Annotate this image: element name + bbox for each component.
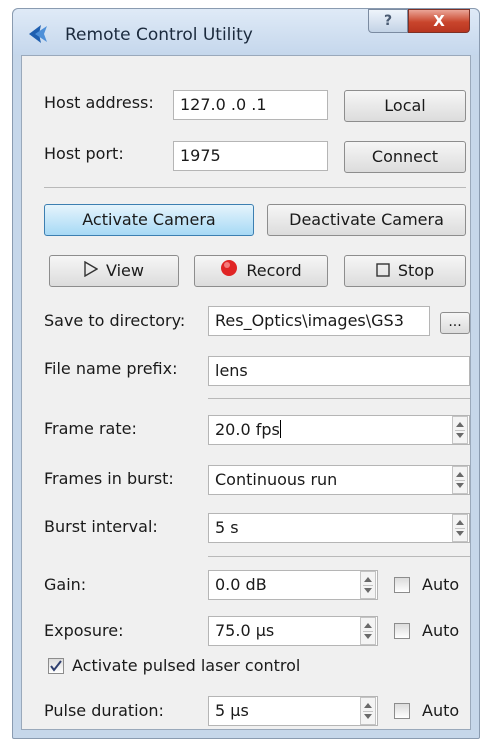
app-window: Remote Control Utility ? X Host address:…: [12, 8, 480, 739]
frame-rate-input[interactable]: 20.0 fps: [208, 415, 470, 445]
close-button[interactable]: X: [408, 9, 470, 33]
play-outline-icon: [84, 257, 99, 287]
burst-interval-input[interactable]: 5 s: [208, 513, 470, 543]
gain-auto-label: Auto: [422, 575, 460, 594]
view-button[interactable]: View: [49, 255, 179, 287]
burst-interval-label: Burst interval:: [44, 517, 158, 536]
frame-rate-spinner[interactable]: [452, 416, 468, 444]
file-prefix-label: File name prefix:: [44, 359, 178, 378]
save-directory-input[interactable]: Res_Optics\images\GS3: [208, 306, 430, 336]
text-cursor: [279, 420, 281, 438]
separator: [208, 398, 470, 399]
save-directory-label: Save to directory:: [44, 311, 186, 330]
gain-label: Gain:: [44, 575, 87, 594]
activate-camera-button[interactable]: Activate Camera: [44, 204, 254, 236]
host-port-label: Host port:: [44, 144, 124, 163]
pulse-duration-label: Pulse duration:: [44, 701, 164, 720]
pulse-auto-label: Auto: [422, 701, 460, 720]
browse-button[interactable]: ...: [440, 312, 470, 334]
laser-control-label: Activate pulsed laser control: [72, 656, 301, 675]
connect-button[interactable]: Connect: [344, 141, 466, 173]
laser-control-checkbox[interactable]: [48, 658, 64, 674]
title-bar[interactable]: Remote Control Utility ? X: [13, 9, 479, 55]
window-title: Remote Control Utility: [65, 25, 253, 45]
gain-auto-checkbox[interactable]: [394, 577, 410, 593]
help-button[interactable]: ?: [368, 9, 408, 33]
frame-rate-value: 20.0 fps: [215, 420, 280, 439]
stop-button[interactable]: Stop: [344, 255, 466, 287]
record-button-label: Record: [246, 261, 302, 280]
exposure-auto-label: Auto: [422, 621, 460, 640]
gain-input[interactable]: 0.0 dB: [208, 570, 378, 600]
pulse-duration-input[interactable]: 5 µs: [208, 696, 378, 726]
pulse-duration-spinner[interactable]: [360, 697, 376, 725]
burst-interval-spinner[interactable]: [452, 514, 468, 542]
deactivate-camera-button[interactable]: Deactivate Camera: [267, 204, 466, 236]
stop-button-label: Stop: [397, 261, 435, 280]
record-button[interactable]: Record: [194, 255, 328, 287]
exposure-auto-checkbox[interactable]: [394, 623, 410, 639]
separator: [44, 187, 466, 188]
frames-in-burst-spinner[interactable]: [452, 466, 468, 494]
client-area: Host address: 127.0 .0 .1 Local Host por…: [21, 55, 471, 730]
local-button[interactable]: Local: [344, 90, 466, 122]
frames-in-burst-label: Frames in burst:: [44, 469, 174, 488]
file-prefix-input[interactable]: lens: [208, 356, 470, 386]
frames-in-burst-input[interactable]: Continuous run: [208, 465, 470, 495]
app-arrow-icon: [27, 23, 51, 49]
exposure-label: Exposure:: [44, 621, 124, 640]
gain-spinner[interactable]: [360, 571, 376, 599]
frame-rate-label: Frame rate:: [44, 419, 137, 438]
view-button-label: View: [106, 261, 144, 280]
host-address-label: Host address:: [44, 93, 154, 112]
exposure-input[interactable]: 75.0 µs: [208, 616, 378, 646]
checkmark-icon: [50, 660, 62, 672]
pulse-auto-checkbox[interactable]: [394, 703, 410, 719]
stop-square-icon: [376, 257, 390, 287]
host-address-input[interactable]: 127.0 .0 .1: [173, 90, 328, 120]
host-port-input[interactable]: 1975: [173, 141, 328, 171]
record-dot-icon: [220, 257, 238, 287]
exposure-spinner[interactable]: [360, 617, 376, 645]
separator: [208, 556, 470, 557]
